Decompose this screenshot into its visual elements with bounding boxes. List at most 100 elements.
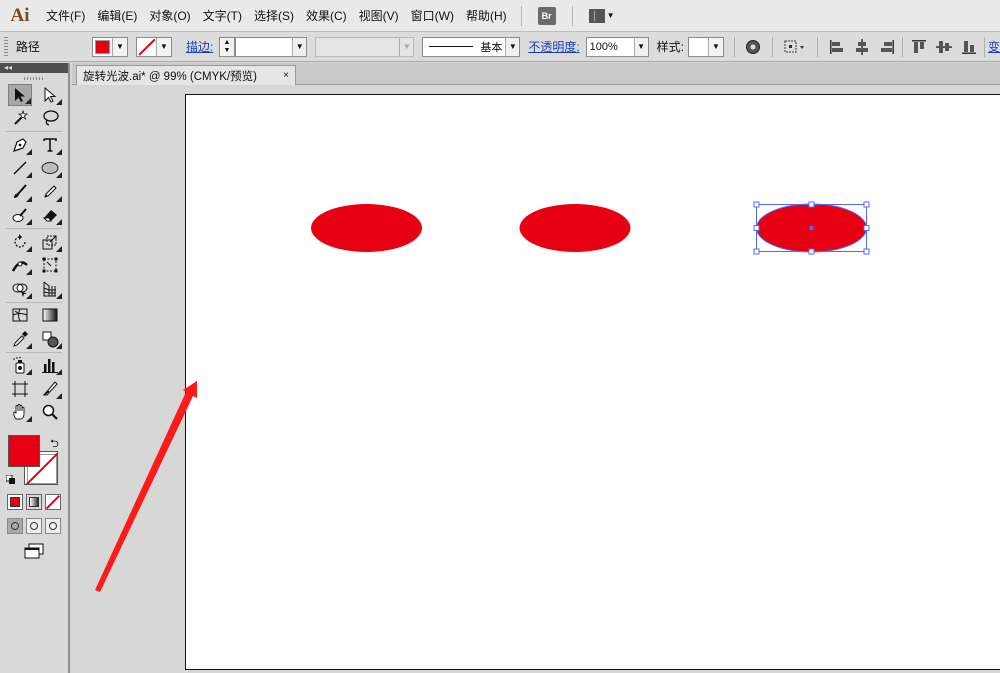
screen-mode-icon: [24, 543, 44, 559]
gradient-tool[interactable]: [38, 304, 62, 326]
recolor-artwork-button[interactable]: [743, 37, 764, 57]
gradient-mode-button[interactable]: [26, 494, 42, 510]
perspective-grid-tool[interactable]: [38, 278, 62, 300]
screen-mode-button[interactable]: [24, 543, 44, 559]
chevron-down-icon: ▼: [160, 42, 168, 51]
selection-tool[interactable]: [8, 83, 32, 106]
arrange-documents-button[interactable]: ▼: [588, 8, 615, 23]
canvas-area[interactable]: [72, 86, 1000, 673]
width-tool[interactable]: [8, 254, 32, 276]
align-bottom-button[interactable]: [958, 37, 979, 57]
slice-tool[interactable]: [38, 378, 62, 400]
scale-tool[interactable]: [38, 231, 62, 253]
pen-nib-icon: [13, 138, 27, 152]
stroke-weight-field[interactable]: ▼: [234, 36, 308, 57]
align-vertical-center-icon: [935, 40, 952, 53]
opacity-value: 100%: [589, 40, 618, 53]
document-tab-title: 旋转光波.ai* @ 99% (CMYK/预览): [83, 70, 257, 83]
color-mode-button[interactable]: [7, 494, 23, 510]
line-segment-tool[interactable]: [8, 157, 32, 179]
menu-object[interactable]: 对象(O): [143, 0, 196, 32]
tools-panel-grip[interactable]: [0, 73, 68, 83]
draw-normal-icon: [11, 522, 19, 530]
chevron-down-icon: ▼: [399, 37, 414, 56]
column-graph-icon: [42, 359, 58, 374]
paintbrush-tool[interactable]: [8, 181, 32, 203]
shape-builder-tool[interactable]: [8, 278, 32, 300]
chevron-down-icon: ▼: [292, 37, 307, 56]
draw-inside-button[interactable]: [45, 518, 61, 534]
artboard-icon: [12, 380, 28, 397]
stroke-weight-stepper[interactable]: ▲ ▼: [219, 36, 235, 57]
symbol-sprayer-tool[interactable]: [8, 354, 32, 376]
align-right-icon: [880, 39, 894, 54]
opacity-field[interactable]: 100% ▼: [585, 36, 649, 57]
brush-definition-dropdown[interactable]: 基本 ▼: [422, 36, 521, 57]
stroke-link[interactable]: 描边:: [186, 38, 213, 55]
menu-window[interactable]: 窗口(W): [405, 0, 460, 32]
tools-panel-collapse[interactable]: ◂◂: [0, 63, 68, 73]
menu-edit[interactable]: 编辑(E): [91, 0, 143, 32]
toolbar-separator: [984, 36, 985, 57]
graphic-style-dropdown[interactable]: ▼: [687, 36, 724, 57]
panel-grip[interactable]: [4, 36, 8, 57]
align-top-button[interactable]: [908, 37, 929, 57]
reference-point-icon: [784, 40, 805, 52]
menu-bar: Ai 文件(F) 编辑(E) 对象(O) 文字(T) 选择(S) 效果(C) 视…: [0, 0, 1000, 32]
menu-select[interactable]: 选择(S): [248, 0, 300, 32]
menu-type[interactable]: 文字(T): [197, 0, 248, 32]
ellipse-tool[interactable]: [38, 157, 62, 179]
artboard-tool[interactable]: [8, 378, 32, 400]
menu-view[interactable]: 视图(V): [353, 0, 405, 32]
artboard[interactable]: [185, 94, 1000, 670]
menu-help[interactable]: 帮助(H): [460, 0, 513, 32]
pencil-icon: [44, 185, 57, 198]
close-icon[interactable]: ×: [283, 70, 289, 81]
align-vertical-center-button[interactable]: [933, 37, 954, 57]
transform-link[interactable]: 变: [988, 38, 1000, 55]
mesh-tool[interactable]: [8, 304, 32, 326]
variable-width-profile-dropdown[interactable]: ▼: [315, 36, 415, 57]
bridge-button[interactable]: Br: [537, 6, 556, 25]
column-graph-tool[interactable]: [38, 354, 62, 376]
direct-selection-tool[interactable]: [38, 84, 62, 106]
zoom-tool[interactable]: [38, 401, 62, 423]
swap-fill-stroke-icon[interactable]: ⮌: [50, 435, 59, 454]
align-right-button[interactable]: [876, 37, 897, 57]
eyedropper-icon: [13, 330, 28, 347]
rotate-tool[interactable]: [8, 231, 32, 253]
align-horizontal-center-button[interactable]: [851, 37, 872, 57]
magic-wand-icon: [14, 109, 29, 125]
eraser-tool[interactable]: [38, 204, 62, 226]
align-left-button[interactable]: [826, 37, 847, 57]
type-t-icon: [43, 137, 57, 152]
menu-effect[interactable]: 效果(C): [300, 0, 353, 32]
lasso-tool[interactable]: [38, 107, 62, 129]
menu-file[interactable]: 文件(F): [40, 0, 91, 32]
fill-color-dropdown[interactable]: ▼: [92, 36, 129, 57]
fill-color-box[interactable]: [8, 435, 40, 467]
type-tool[interactable]: [38, 134, 62, 156]
opacity-link[interactable]: 不透明度:: [528, 38, 579, 55]
draw-behind-icon: [30, 522, 38, 530]
magic-wand-tool[interactable]: [8, 107, 32, 129]
eyedropper-tool[interactable]: [8, 328, 32, 350]
reference-point-button[interactable]: [781, 37, 810, 57]
pen-tool[interactable]: [8, 134, 32, 156]
free-transform-tool[interactable]: [38, 254, 62, 276]
draw-normal-button[interactable]: [7, 518, 23, 534]
eraser-icon: [42, 210, 57, 222]
blob-brush-tool[interactable]: [8, 204, 32, 226]
pencil-tool[interactable]: [38, 181, 62, 203]
default-fill-stroke-icon[interactable]: [5, 474, 16, 488]
none-mode-button[interactable]: [45, 494, 61, 510]
blend-tool[interactable]: [38, 328, 62, 350]
draw-behind-button[interactable]: [26, 518, 42, 534]
gradient-icon: [42, 308, 58, 322]
arrange-documents-icon: [588, 8, 605, 23]
document-tab[interactable]: 旋转光波.ai* @ 99% (CMYK/预览) ×: [76, 65, 296, 85]
chevron-down-icon: ▼: [712, 42, 720, 51]
hand-tool[interactable]: [8, 401, 32, 423]
stroke-color-dropdown[interactable]: ▼: [136, 36, 173, 57]
app-logo: Ai: [10, 4, 30, 26]
